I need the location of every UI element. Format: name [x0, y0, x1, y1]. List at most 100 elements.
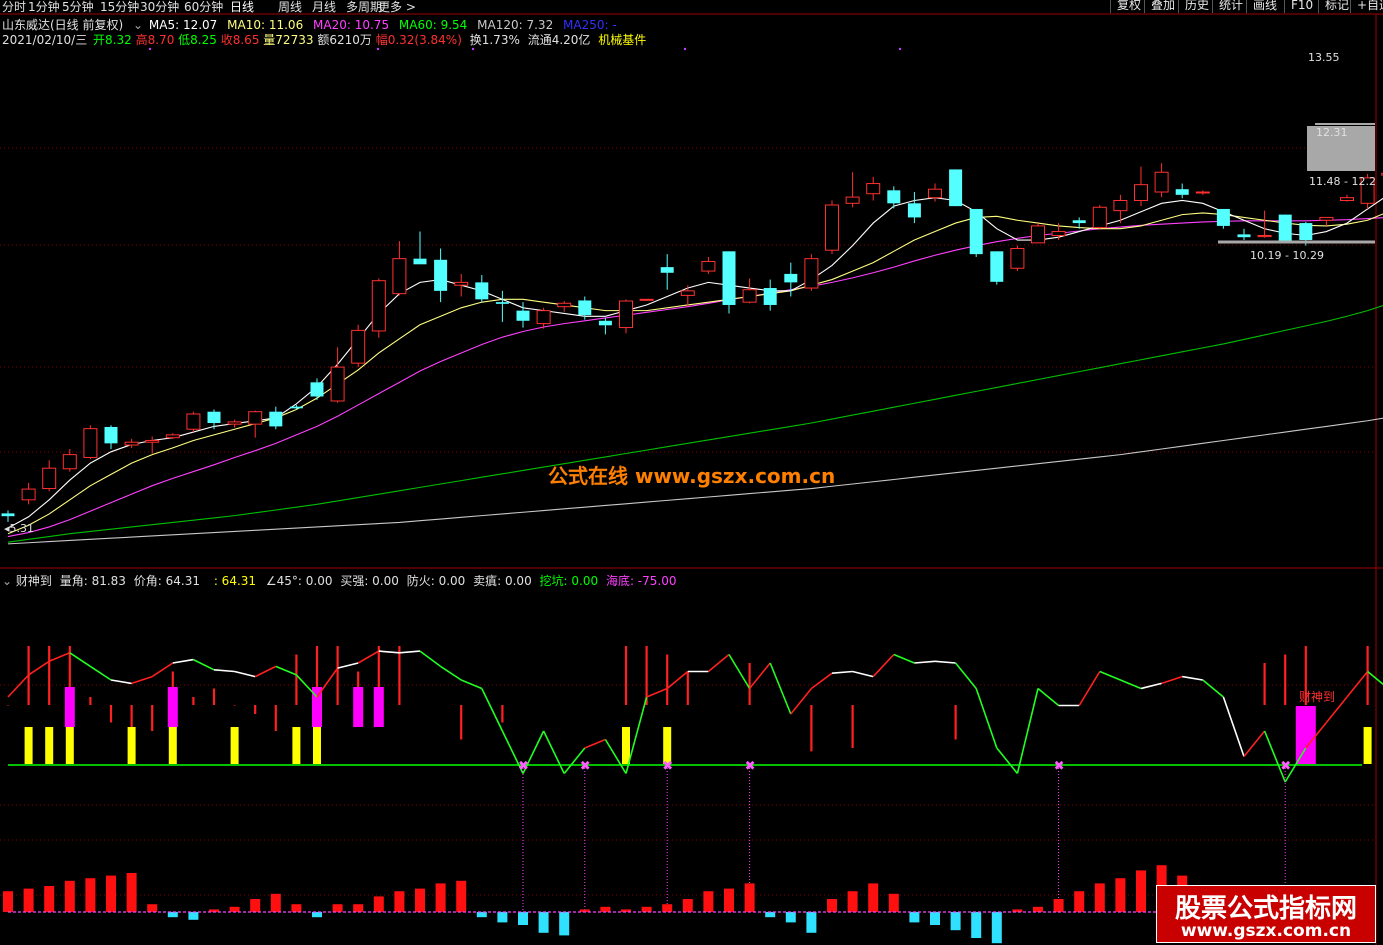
volume-bar-down [785, 912, 796, 923]
price-annotation: 13.55 [1308, 51, 1340, 64]
volume-bar-up [44, 886, 55, 912]
indicator-line-segment [357, 650, 380, 664]
volume-bar-up [1094, 883, 1105, 912]
volume-bar-up [64, 880, 75, 912]
volume-bar-up [1074, 891, 1085, 912]
volume-bar-up [353, 904, 364, 912]
indicator-magenta-bar [64, 687, 75, 727]
candle-up [1010, 247, 1025, 269]
indicator-yellow-bar [168, 727, 177, 764]
candle-up [845, 196, 860, 204]
candle-up [62, 454, 77, 470]
price-annotation: 12.31 [1316, 126, 1348, 139]
x-marker-icon: ✖ [1280, 759, 1291, 774]
indicator-line-segment [748, 662, 771, 690]
volume-bar-up [888, 893, 899, 912]
candle-up [804, 258, 819, 289]
indicator-line-segment [1182, 675, 1203, 681]
candle-down [598, 320, 612, 326]
indicator-line-segment [275, 665, 297, 676]
candle-down [907, 203, 921, 218]
candle-down [289, 406, 303, 409]
candle-up [21, 488, 36, 501]
marker-dot [683, 47, 687, 51]
indicator-line-segment [399, 650, 421, 654]
indicator-magenta-bar [373, 687, 384, 727]
candle-up [227, 421, 242, 425]
indicator-line-segment [666, 670, 689, 690]
volume-bar-up [724, 888, 734, 912]
indicator-yellow-bar [65, 727, 74, 764]
indicator-line-segment [213, 669, 235, 673]
indicator-line-segment [1367, 670, 1383, 686]
candle-down [1237, 234, 1251, 238]
indicator-line-segment [1120, 679, 1142, 690]
indicator-line-segment [975, 688, 998, 749]
candle-up [248, 411, 263, 425]
indicator-line-segment [852, 670, 874, 678]
candle-down [969, 208, 983, 255]
candle-up [1113, 199, 1128, 212]
candle-up [1340, 197, 1354, 201]
candle-up [825, 204, 839, 251]
candle-up [392, 258, 407, 295]
price-annotation: 11.48 - 12.2 [1309, 175, 1376, 188]
candle-down [104, 426, 118, 444]
marker-dot [898, 47, 902, 51]
candle-up [619, 300, 633, 329]
indicator-yellow-bar [24, 727, 33, 764]
x-marker-icon: ✖ [662, 759, 673, 774]
candle-down [990, 251, 1004, 282]
indicator-line-segment [1243, 730, 1266, 758]
indicator-yellow-bar [230, 727, 239, 764]
candle-up [165, 434, 180, 439]
indicator-line-segment [48, 652, 71, 663]
volume-bar-up [106, 875, 116, 912]
indicator-line-segment [440, 665, 462, 681]
indicator-line-segment [378, 650, 400, 654]
indicator-line-segment [893, 653, 915, 664]
volume-bar-up [1053, 899, 1064, 912]
indicator-line-segment [584, 738, 606, 749]
volume-bar-down [312, 912, 322, 918]
x-marker-icon: ✖ [1054, 759, 1065, 774]
volume-bar-up [703, 891, 714, 912]
candle-down [310, 382, 324, 397]
indicator-line-segment [193, 658, 215, 671]
candle-up [1092, 206, 1107, 229]
candle-up [83, 428, 98, 458]
candle-down [269, 411, 283, 427]
indicator-line-segment [337, 662, 359, 669]
indicator-line-segment [954, 662, 977, 690]
candle-up [1051, 231, 1066, 237]
volume-bar-up [291, 904, 302, 912]
volume-bar-up [332, 904, 343, 912]
indicator-line-segment [89, 665, 112, 681]
watermark: 公式在线 www.gszx.com.cn [548, 464, 836, 488]
indicator-line-segment [419, 650, 442, 668]
volume-bar-up [147, 904, 158, 912]
volume-bar-up [85, 878, 96, 912]
indicator-line-segment [460, 679, 483, 690]
indicator-line-segment [542, 730, 565, 774]
candle-down [434, 259, 448, 291]
candle-down [475, 282, 489, 300]
x-marker-icon: ✖ [518, 759, 529, 774]
indicator-line-segment [1078, 671, 1101, 706]
indicator-line-segment [1346, 670, 1369, 698]
indicator-yellow-bar [292, 727, 301, 764]
indicator-line-segment [707, 653, 730, 673]
indicator-magenta-bar [1295, 706, 1316, 764]
indicator-line-segment [254, 665, 277, 678]
indicator-magenta-bar [353, 687, 364, 727]
indicator-magenta-bar [167, 687, 178, 727]
volume-bar-up [847, 891, 858, 912]
volume-bar-up [600, 906, 611, 912]
volume-bar-up [662, 904, 673, 912]
candle-up [1134, 184, 1148, 201]
indicator-line-segment [316, 667, 339, 698]
candle-down [578, 300, 592, 316]
candle-up [454, 281, 469, 286]
marker-dot [148, 47, 152, 51]
price-annotation: ◂5.31 [4, 522, 34, 535]
